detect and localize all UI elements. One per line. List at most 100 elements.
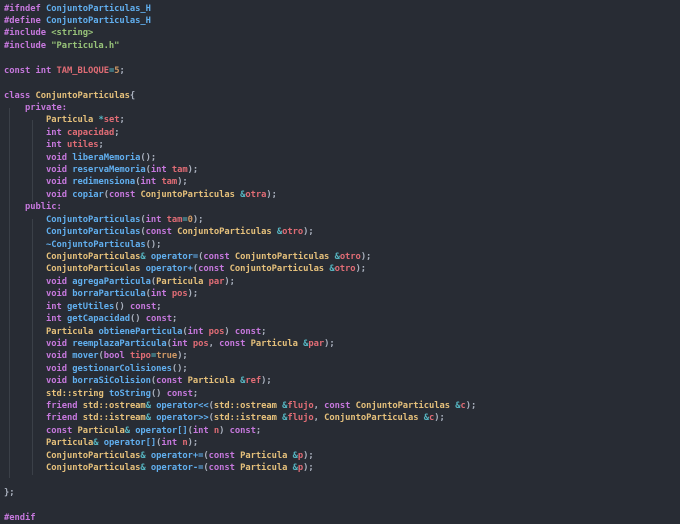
code-token: otra (245, 189, 267, 200)
code-token: operator[] (103, 438, 157, 449)
code-token: const (45, 425, 78, 436)
code-token: TAM_BLOQUE (56, 65, 109, 76)
code-token: ~ConjuntoParticulas (45, 239, 146, 250)
code-token: Particula (77, 425, 125, 436)
code-line: #endif (4, 512, 36, 524)
code-token: ConjuntoParticulas (140, 189, 241, 200)
code-token: agregaParticula (72, 276, 151, 287)
code-token: () (114, 301, 130, 312)
code-token: otro (339, 252, 361, 262)
code-token: const (198, 264, 230, 275)
code-token: par (208, 276, 225, 287)
code-token: std:: (82, 413, 109, 424)
code-token: const (4, 65, 36, 76)
code-token: bool (103, 351, 130, 362)
code-token: ConjuntoParticulas (35, 90, 130, 101)
code-token: const (324, 401, 356, 412)
code-token: ConjuntoParticulas (355, 401, 456, 412)
code-line: int getUtiles() const; (4, 301, 162, 313)
code-line: void liberaMemoria(); (4, 152, 156, 164)
code-line: private: (4, 102, 67, 114)
code-token: ); (187, 438, 199, 449)
code-token: const (129, 301, 157, 312)
code-line: ~ConjuntoParticulas(); (4, 239, 161, 251)
code-token: const (208, 463, 241, 474)
code-token: friend (45, 413, 83, 424)
code-token: ); (177, 177, 188, 188)
code-token: int (145, 214, 167, 225)
code-line: void mover(bool tipo=true); (4, 350, 188, 362)
code-token: void (45, 165, 73, 176)
code-token: ConjuntoParticulas (45, 463, 141, 474)
code-token: operator<< (156, 401, 209, 412)
code-token: pos (171, 289, 188, 300)
code-token: public: (4, 202, 62, 213)
code-line: const int TAM_BLOQUE=5; (4, 65, 125, 77)
code-token: capacidad (66, 127, 115, 138)
code-token: (); (171, 363, 188, 374)
code-line: Particula obtieneParticula(int pos) cons… (4, 326, 266, 338)
code-token: { (129, 90, 136, 101)
code-token: std:: (82, 401, 109, 412)
code-line: Particula& operator[](int n); (4, 437, 198, 449)
code-token: #ifndef (4, 3, 46, 14)
code-token: string (72, 388, 109, 399)
code-token: int (150, 165, 172, 176)
code-editor[interactable]: #ifndef ConjuntoParticulas_H #define Conj… (0, 0, 680, 524)
code-token: void (45, 152, 73, 163)
code-token: true (156, 351, 178, 362)
code-token: ; (171, 314, 178, 325)
code-token: int (140, 177, 162, 188)
code-token: int (171, 338, 193, 349)
code-token: set (103, 115, 120, 126)
code-token: pos (192, 338, 209, 349)
code-token: borraSiColision (72, 376, 151, 387)
code-line: #include "Particula.h" (4, 40, 119, 52)
code-token: par (308, 338, 325, 349)
code-token: ); (192, 214, 204, 225)
code-token: () (129, 314, 146, 325)
code-token: & (140, 450, 151, 461)
code-token: operator= (150, 252, 199, 262)
code-token: Particula (45, 115, 99, 126)
code-line: const Particula& operator[](int n) const… (4, 425, 261, 437)
code-line: ConjuntoParticulas& operator-=(const Par… (4, 462, 314, 474)
code-token: const (229, 425, 256, 436)
code-token: const (108, 189, 141, 200)
code-token: const (203, 252, 235, 262)
code-token: ConjuntoParticulas (45, 227, 141, 238)
code-line: ConjuntoParticulas(const ConjuntoParticu… (4, 226, 314, 238)
code-token: const (219, 338, 251, 349)
code-token: borraParticula (72, 289, 146, 300)
code-token: flujo (287, 401, 314, 412)
code-token: obtieneParticula (98, 326, 183, 337)
code-token: getUtiles (66, 301, 115, 312)
code-token: std:: (213, 413, 241, 424)
code-token: ostream (108, 401, 146, 412)
code-token: liberaMemoria (72, 152, 141, 163)
code-token: & (145, 413, 157, 424)
code-token: void (45, 338, 73, 349)
code-token: Particula (250, 338, 304, 349)
code-line: ConjuntoParticulas& operator+=(const Par… (4, 450, 314, 462)
code-token: (); (145, 239, 162, 250)
code-token: istream (240, 413, 283, 424)
code-token: private: (4, 102, 67, 113)
code-token: int (45, 301, 67, 312)
code-token: & (93, 438, 104, 449)
code-line: void reservaMemoria(int tam); (4, 164, 198, 176)
code-token: ConjuntoParticulas_H (45, 3, 151, 14)
code-token: istream (108, 413, 146, 424)
code-line: }; (4, 487, 15, 499)
code-line: class ConjuntoParticulas{ (4, 90, 135, 102)
code-line: ConjuntoParticulas& operator=(const Conj… (4, 251, 371, 263)
